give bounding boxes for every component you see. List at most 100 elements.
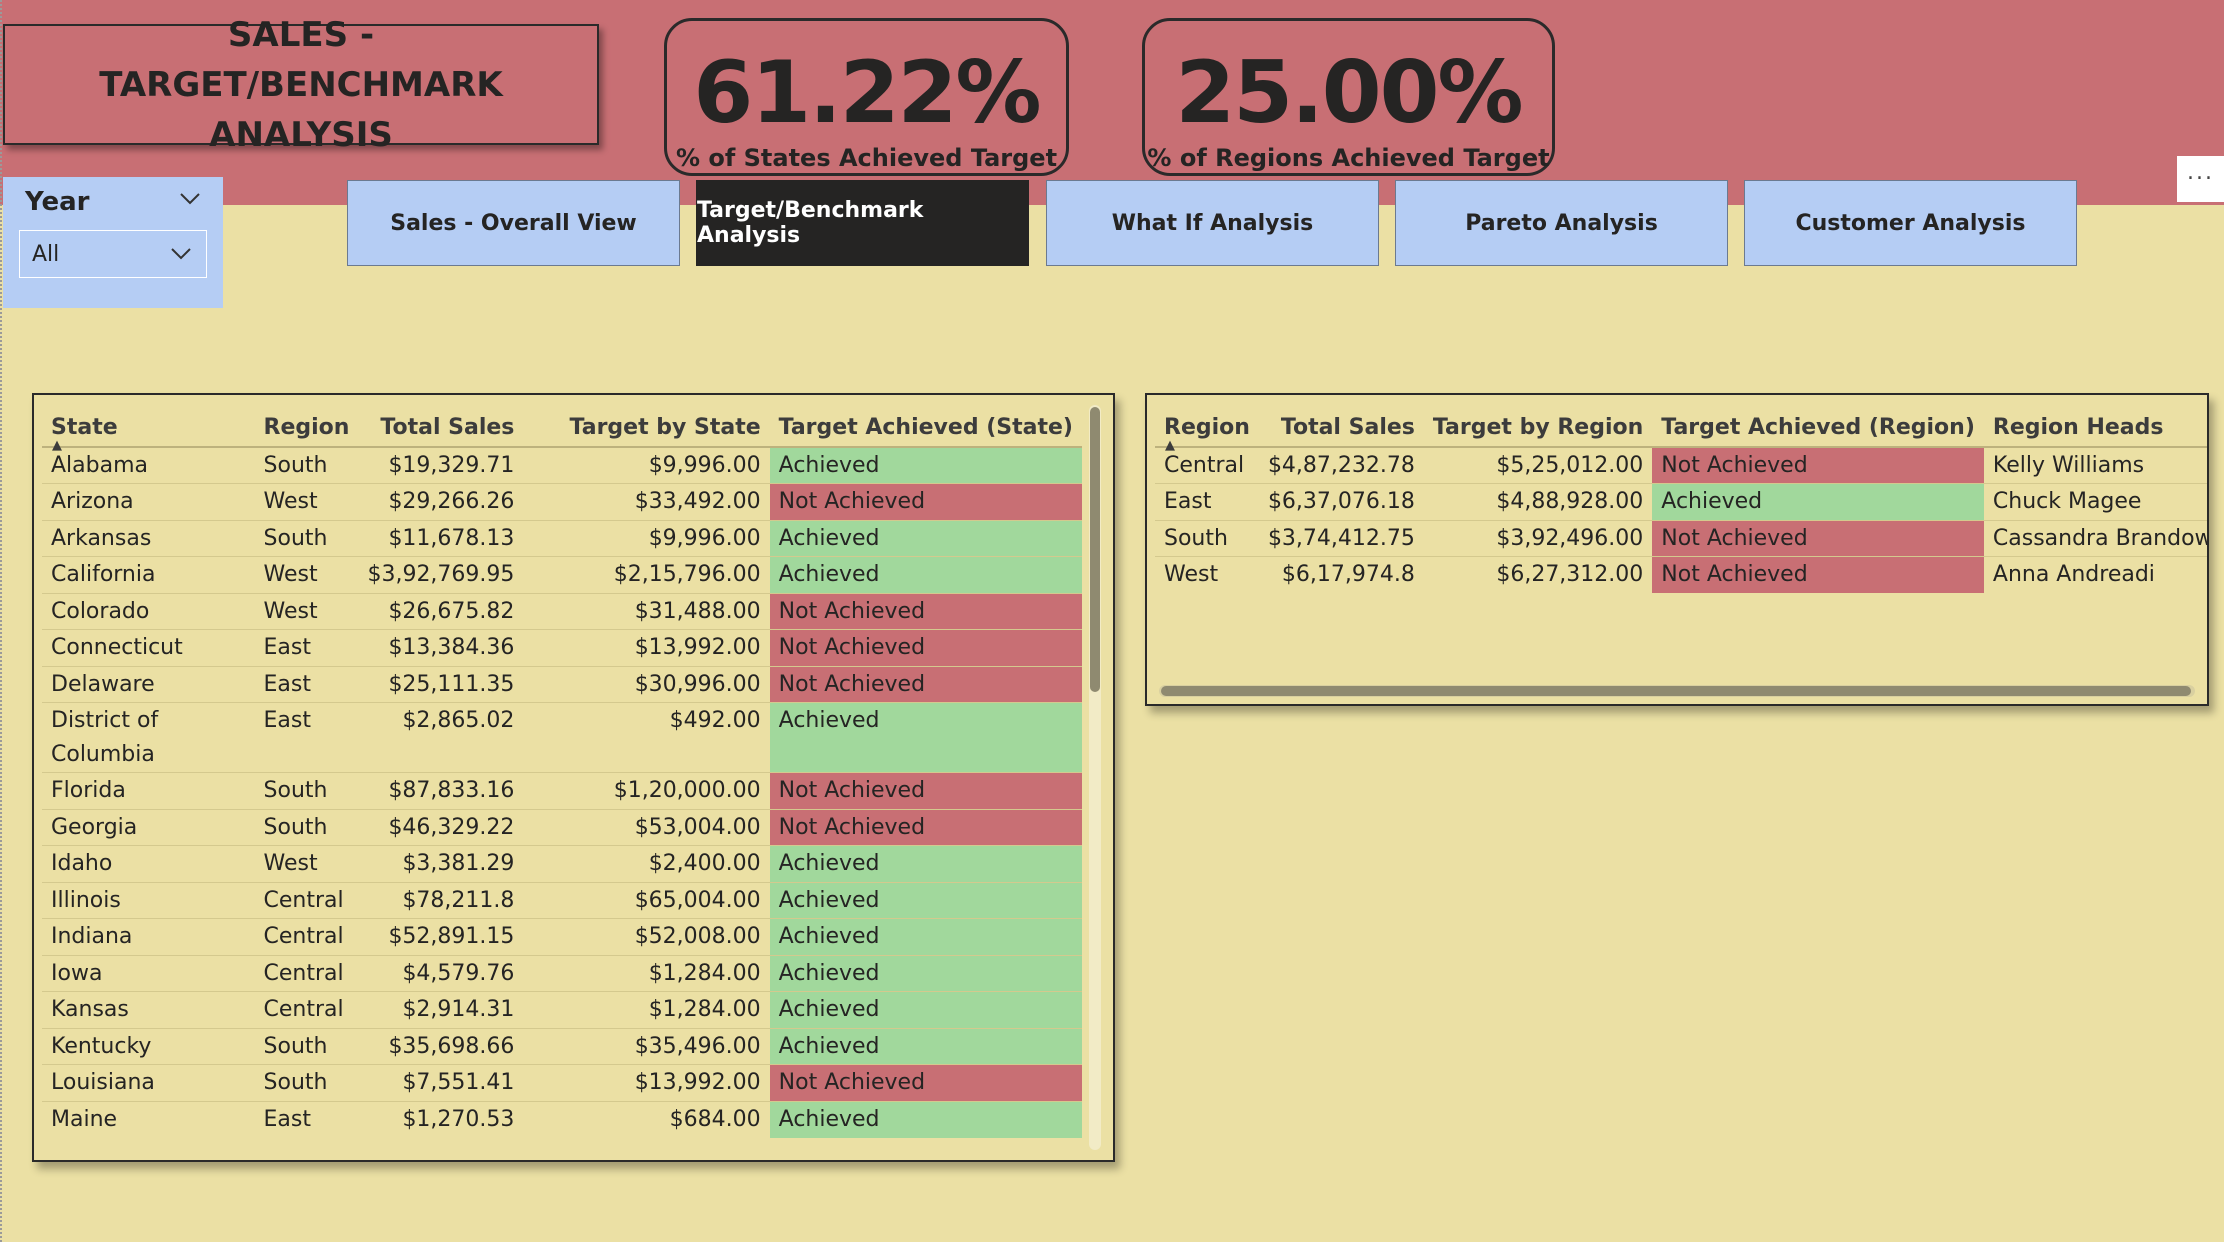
table-cell: South bbox=[254, 808, 359, 846]
table-row[interactable]: East $6,37,076.18 $4,88,928.00 Achieved Chuc… bbox=[1155, 483, 2207, 520]
table-cell: $52,008.00 bbox=[523, 918, 770, 955]
table-header-row: State Region Total Sales Target by State Tar… bbox=[42, 403, 1082, 448]
table-cell: $11,678.13 bbox=[358, 519, 524, 557]
year-dropdown[interactable]: All bbox=[19, 230, 207, 278]
column-header[interactable]: Region Heads bbox=[1983, 403, 2207, 448]
nav-button-customer[interactable]: Customer Analysis bbox=[1744, 180, 2077, 266]
table-cell: $19,329.71 bbox=[358, 446, 524, 484]
table-cell: South bbox=[254, 1027, 359, 1065]
column-header[interactable]: State bbox=[42, 403, 255, 448]
column-header[interactable]: Target by Region bbox=[1423, 403, 1653, 448]
table-cell: $35,496.00 bbox=[523, 1027, 770, 1065]
more-options-button[interactable]: ... bbox=[2177, 156, 2224, 202]
table-cell: South bbox=[254, 1064, 359, 1101]
table-cell: Achieved bbox=[769, 1100, 1082, 1138]
table-cell: Central bbox=[254, 991, 359, 1028]
table-cell: Kentucky bbox=[42, 1027, 255, 1065]
table-cell: $35,698.66 bbox=[358, 1027, 524, 1065]
year-slicer: Year All bbox=[3, 177, 223, 308]
table-row[interactable]: Colorado West $26,675.82 $31,488.00 Not Achi… bbox=[42, 592, 1082, 630]
table-cell: Arizona bbox=[42, 483, 255, 520]
table-cell: West bbox=[254, 845, 359, 882]
column-header[interactable]: Target Achieved (State) bbox=[769, 403, 1082, 448]
state-table: State Region Total Sales Target by State Tar… bbox=[42, 403, 1082, 1138]
table-cell: $4,579.76 bbox=[358, 954, 524, 992]
table-cell: Central bbox=[254, 881, 359, 919]
table-row[interactable]: Kentucky South $35,698.66 $35,496.00 Achieve… bbox=[42, 1027, 1082, 1065]
table-row[interactable]: Arkansas South $11,678.13 $9,996.00 Achieved bbox=[42, 519, 1082, 557]
sort-ascending-icon[interactable]: ▲ bbox=[1165, 438, 1175, 453]
table-row[interactable]: Arizona West $29,266.26 $33,492.00 Not Achie… bbox=[42, 483, 1082, 520]
table-cell: Florida bbox=[42, 772, 255, 809]
table-row[interactable]: Idaho West $3,381.29 $2,400.00 Achieved bbox=[42, 845, 1082, 882]
table-cell: South bbox=[254, 519, 359, 557]
table-cell: Arkansas bbox=[42, 519, 255, 557]
table-cell: $25,111.35 bbox=[358, 665, 524, 703]
nav-button-overall-view[interactable]: Sales - Overall View bbox=[347, 180, 680, 266]
nav-button-what-if[interactable]: What If Analysis bbox=[1046, 180, 1379, 266]
table-cell: South bbox=[254, 446, 359, 484]
table-cell: East bbox=[254, 702, 359, 773]
table-cell: Achieved bbox=[769, 556, 1082, 593]
table-cell: Illinois bbox=[42, 881, 255, 919]
table-row[interactable]: District of Columbia East $2,865.02 $492.00… bbox=[42, 702, 1082, 773]
table-cell: $33,492.00 bbox=[523, 483, 770, 520]
region-table-panel: Region Total Sales Target by Region Target … bbox=[1145, 393, 2209, 706]
table-cell: East bbox=[1155, 483, 1259, 520]
table-row[interactable]: Georgia South $46,329.22 $53,004.00 Not Achi… bbox=[42, 808, 1082, 846]
table-cell: $2,15,796.00 bbox=[523, 556, 770, 593]
table-cell: $65,004.00 bbox=[523, 881, 770, 919]
table-cell: Achieved bbox=[769, 918, 1082, 955]
table-cell: $13,992.00 bbox=[523, 1064, 770, 1101]
table-cell: Achieved bbox=[1652, 483, 1984, 520]
table-cell: East bbox=[254, 629, 359, 666]
table-row[interactable]: Central $4,87,232.78 $5,25,012.00 Not Achie… bbox=[1155, 446, 2207, 484]
table-row[interactable]: Louisiana South $7,551.41 $13,992.00 Not Ach… bbox=[42, 1064, 1082, 1101]
table-cell: Not Achieved bbox=[769, 483, 1082, 520]
table-row[interactable]: South $3,74,412.75 $3,92,496.00 Not Achieve… bbox=[1155, 519, 2207, 557]
column-header[interactable]: Target by State bbox=[523, 403, 770, 448]
table-row[interactable]: West $6,17,974.8 $6,27,312.00 Not Achieved A… bbox=[1155, 556, 2207, 593]
horizontal-scrollbar-thumb[interactable] bbox=[1161, 686, 2191, 696]
year-dropdown-value: All bbox=[32, 241, 60, 267]
table-cell: Connecticut bbox=[42, 629, 255, 666]
table-cell: Not Achieved bbox=[1652, 556, 1984, 593]
table-cell: Iowa bbox=[42, 954, 255, 992]
nav-button-target-benchmark[interactable]: Target/Benchmark Analysis bbox=[696, 180, 1029, 266]
table-row[interactable]: Delaware East $25,111.35 $30,996.00 Not Achi… bbox=[42, 665, 1082, 703]
table-cell: West bbox=[254, 592, 359, 630]
table-row[interactable]: Kansas Central $2,914.31 $1,284.00 Achieved bbox=[42, 991, 1082, 1028]
table-cell: $7,551.41 bbox=[358, 1064, 524, 1101]
table-cell: Not Achieved bbox=[769, 629, 1082, 666]
column-header[interactable]: Region bbox=[254, 403, 359, 448]
vertical-scrollbar-thumb[interactable] bbox=[1090, 407, 1100, 692]
table-row[interactable]: California West $3,92,769.95 $2,15,796.00 Ac… bbox=[42, 556, 1082, 593]
column-header[interactable]: Target Achieved (Region) bbox=[1652, 403, 1984, 448]
table-cell: Achieved bbox=[769, 954, 1082, 992]
nav-button-pareto[interactable]: Pareto Analysis bbox=[1395, 180, 1728, 266]
table-cell: Louisiana bbox=[42, 1064, 255, 1101]
chevron-down-icon bbox=[171, 248, 191, 260]
sort-ascending-icon[interactable]: ▲ bbox=[52, 438, 62, 453]
table-cell: Not Achieved bbox=[769, 1064, 1082, 1101]
table-row[interactable]: Iowa Central $4,579.76 $1,284.00 Achieved bbox=[42, 954, 1082, 992]
column-header[interactable]: Total Sales bbox=[1258, 403, 1424, 448]
table-row[interactable]: Indiana Central $52,891.15 $52,008.00 Achiev… bbox=[42, 918, 1082, 955]
table-cell: $2,865.02 bbox=[358, 702, 524, 773]
table-row[interactable]: Maine East $1,270.53 $684.00 Achieved bbox=[42, 1100, 1082, 1138]
table-cell: $87,833.16 bbox=[358, 772, 524, 809]
table-cell: Kelly Williams bbox=[1983, 446, 2207, 484]
table-cell: $1,284.00 bbox=[523, 991, 770, 1028]
table-row[interactable]: Florida South $87,833.16 $1,20,000.00 Not Ac… bbox=[42, 772, 1082, 809]
table-cell: $3,92,496.00 bbox=[1423, 519, 1653, 557]
table-cell: Achieved bbox=[769, 519, 1082, 557]
report-title-box: SALES - TARGET/BENCHMARK ANALYSIS bbox=[3, 15, 599, 155]
table-row[interactable]: Alabama South $19,329.71 $9,996.00 Achieved bbox=[42, 446, 1082, 484]
table-cell: $2,400.00 bbox=[523, 845, 770, 882]
table-row[interactable]: Illinois Central $78,211.8 $65,004.00 Achiev… bbox=[42, 881, 1082, 919]
column-header[interactable]: Total Sales bbox=[358, 403, 524, 448]
table-row[interactable]: Connecticut East $13,384.36 $13,992.00 Not A… bbox=[42, 629, 1082, 666]
chevron-down-icon[interactable] bbox=[179, 187, 201, 212]
table-cell: Central bbox=[254, 954, 359, 992]
table-cell: $52,891.15 bbox=[358, 918, 524, 955]
